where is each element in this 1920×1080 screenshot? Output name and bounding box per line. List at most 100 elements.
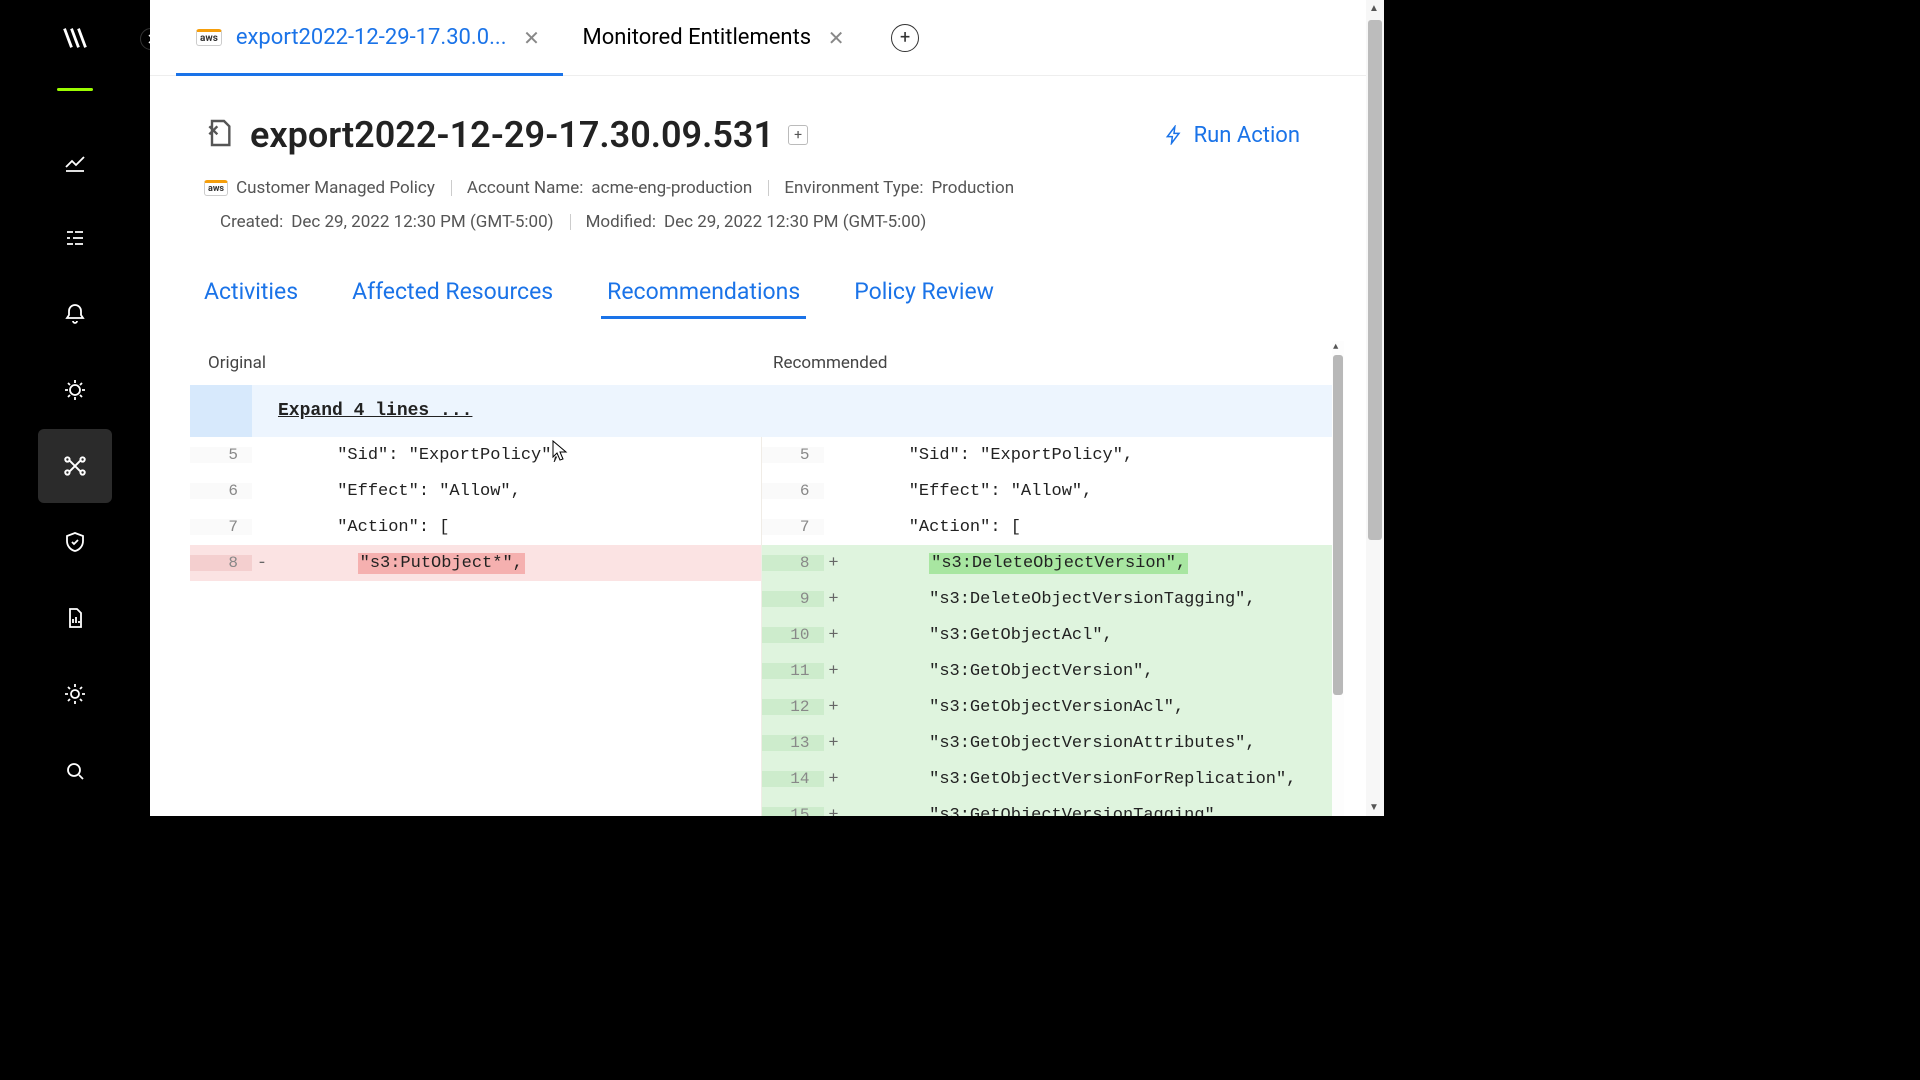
- line-number: 5: [762, 447, 824, 463]
- scroll-thumb[interactable]: [1368, 20, 1382, 540]
- original-label: Original: [208, 353, 761, 373]
- sidebar-item-search[interactable]: [38, 746, 112, 796]
- scroll-up-icon[interactable]: ▲: [1369, 3, 1379, 14]
- diff-marker-plus: +: [824, 627, 844, 644]
- diff-row: 14+ "s3:GetObjectVersionForReplication",: [190, 761, 1332, 797]
- policy-icon: [204, 117, 236, 153]
- sidebar-item-analytics[interactable]: [38, 125, 112, 199]
- diff-row: 13+ "s3:GetObjectVersionAttributes",: [190, 725, 1332, 761]
- line-number: 11: [762, 663, 824, 679]
- sidebar-item-theme[interactable]: [38, 657, 112, 731]
- aws-icon: aws: [196, 29, 222, 46]
- diff-row: 8 - "s3:PutObject*", 8 + "s3:DeleteObjec…: [190, 545, 1332, 581]
- diff-marker-plus: +: [824, 591, 844, 608]
- line-number: 7: [762, 519, 824, 535]
- diff-row: 15+ "s3:GetObjectVersionTagging",: [190, 797, 1332, 816]
- line-number: 8: [190, 555, 252, 571]
- sidebar-item-graph[interactable]: [38, 429, 112, 503]
- sidebar-item-reports[interactable]: [38, 581, 112, 655]
- diff-row: 12+ "s3:GetObjectVersionAcl",: [190, 689, 1332, 725]
- diff-header: Original Recommended: [190, 341, 1344, 385]
- tab-policy[interactable]: aws export2022-12-29-17.30.0... ✕: [176, 0, 563, 75]
- page-header: export2022-12-29-17.30.09.531 + Run Acti…: [150, 76, 1384, 236]
- diff-body: Expand 4 lines ... 5 "Sid": "ExportPolic…: [190, 385, 1332, 816]
- diff-marker-plus: +: [824, 771, 844, 788]
- diff-row: 9+ "s3:DeleteObjectVersionTagging",: [190, 581, 1332, 617]
- diff-code-added: "s3:GetObjectVersionAcl",: [844, 699, 1185, 716]
- diff-code-added: "s3:GetObjectVersionForReplication",: [844, 771, 1297, 788]
- diff-marker-plus: +: [824, 555, 844, 572]
- sidebar-item-insights[interactable]: [38, 353, 112, 427]
- scroll-thumb[interactable]: [1333, 355, 1343, 695]
- line-number: 13: [762, 735, 824, 751]
- tab-monitored-entitlements[interactable]: Monitored Entitlements ✕: [563, 0, 868, 75]
- diff-code: "Effect": "Allow",: [272, 483, 521, 500]
- created-label: Created:: [220, 212, 283, 232]
- diff-code: "Sid": "ExportPolicy",: [272, 447, 562, 464]
- line-number: 9: [762, 591, 824, 607]
- run-action-button[interactable]: Run Action: [1164, 123, 1300, 148]
- line-number: 10: [762, 627, 824, 643]
- content-tabs: Activities Affected Resources Recommenda…: [150, 242, 1384, 319]
- diff-row: 11+ "s3:GetObjectVersion",: [190, 653, 1332, 689]
- diff-code-added: "s3:GetObjectVersion",: [844, 663, 1154, 680]
- add-tab-button[interactable]: +: [891, 24, 919, 52]
- diff-scrollbar[interactable]: ▲ ▼: [1332, 341, 1344, 816]
- diff-marker-plus: +: [824, 699, 844, 716]
- line-number: 14: [762, 771, 824, 787]
- main-scrollbar[interactable]: ▲ ▼: [1366, 0, 1384, 816]
- diff-marker-plus: +: [824, 663, 844, 680]
- account-label: Account Name:: [467, 178, 584, 198]
- diff-code-added: "s3:GetObjectVersionAttributes",: [844, 735, 1256, 752]
- line-number: 5: [190, 447, 252, 463]
- tab-close-button[interactable]: ✕: [825, 27, 847, 49]
- sidebar-item-alerts[interactable]: [38, 277, 112, 351]
- modified-value: Dec 29, 2022 12:30 PM (GMT-5:00): [664, 212, 926, 232]
- tab-recommendations[interactable]: Recommendations: [607, 278, 800, 319]
- tab-policy-review[interactable]: Policy Review: [854, 278, 994, 319]
- diff-code: "Sid": "ExportPolicy",: [844, 447, 1134, 464]
- sidebar-item-structure[interactable]: [38, 201, 112, 275]
- diff-code: "Action": [: [844, 519, 1021, 536]
- aws-icon: aws: [204, 180, 228, 196]
- diff-code: "Action": [: [272, 519, 449, 536]
- expand-label: Expand 4 lines ...: [252, 402, 472, 420]
- diff-code-added: "s3:GetObjectAcl",: [844, 627, 1113, 644]
- run-action-label: Run Action: [1194, 123, 1300, 148]
- tab-activities[interactable]: Activities: [204, 278, 298, 319]
- tabs-bar: aws export2022-12-29-17.30.0... ✕ Monito…: [150, 0, 1384, 76]
- created-value: Dec 29, 2022 12:30 PM (GMT-5:00): [291, 212, 553, 232]
- app-logo: [61, 24, 89, 52]
- scroll-down-icon[interactable]: ▼: [1369, 802, 1379, 813]
- modified-label: Modified:: [586, 212, 656, 232]
- page-title: export2022-12-29-17.30.09.531: [250, 114, 774, 156]
- expand-lines-button[interactable]: Expand 4 lines ...: [190, 385, 1332, 437]
- diff-marker-minus: -: [252, 555, 272, 572]
- diff-code-added: "s3:DeleteObjectVersionTagging",: [844, 591, 1256, 608]
- sidebar: [0, 0, 150, 816]
- scroll-up-icon[interactable]: ▲: [1333, 342, 1338, 352]
- line-number: 6: [190, 483, 252, 499]
- right-gutter: [1384, 0, 1456, 816]
- sidebar-item-security[interactable]: [38, 505, 112, 579]
- env-label: Environment Type:: [784, 178, 923, 198]
- diff-code-added: "s3:DeleteObjectVersion",: [844, 555, 1189, 572]
- diff-row: 5 "Sid": "ExportPolicy", 5 "Sid": "Export…: [190, 437, 1332, 473]
- line-number: 6: [762, 483, 824, 499]
- diff-row: 10+ "s3:GetObjectAcl",: [190, 617, 1332, 653]
- recommended-label: Recommended: [761, 353, 1326, 373]
- title-add-button[interactable]: +: [788, 125, 808, 145]
- diff-code-removed: "s3:PutObject*",: [272, 555, 525, 572]
- diff-code: "Effect": "Allow",: [844, 483, 1093, 500]
- main-panel: ▲ ▼ aws export2022-12-29-17.30.0... ✕ Mo…: [150, 0, 1384, 816]
- diff-marker-plus: +: [824, 735, 844, 752]
- diff-marker-plus: +: [824, 807, 844, 817]
- tab-close-button[interactable]: ✕: [521, 27, 543, 49]
- line-number: 7: [190, 519, 252, 535]
- tab-affected-resources[interactable]: Affected Resources: [352, 278, 553, 319]
- diff-row: 7 "Action": [ 7 "Action": [: [190, 509, 1332, 545]
- env-value: Production: [931, 178, 1014, 198]
- diff-panel: ▲ ▼ Original Recommended Expand 4 lines …: [190, 341, 1344, 816]
- tab-label: Monitored Entitlements: [583, 25, 812, 50]
- bolt-icon: [1164, 125, 1184, 145]
